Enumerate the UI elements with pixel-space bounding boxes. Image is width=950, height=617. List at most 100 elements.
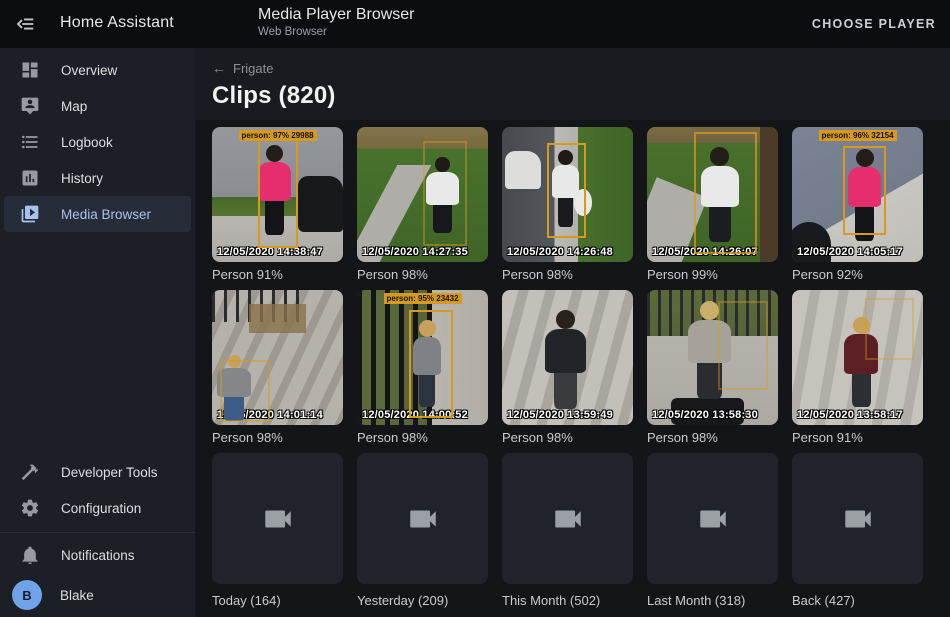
clip-photo-prop: [760, 127, 778, 262]
clip-photo-prop: [505, 151, 542, 189]
user-avatar: B: [12, 580, 42, 610]
clip-thumbnail[interactable]: 12/05/2020 14:26:48: [502, 127, 633, 262]
clip-thumbnail[interactable]: 12/05/2020 14:01:14: [212, 290, 343, 425]
chart-box-icon: [19, 168, 40, 189]
folder-label: Yesterday (209): [357, 593, 488, 608]
clip-card: person: 97% 29988 12/05/2020 14:38:47 Pe…: [212, 127, 343, 282]
clip-label: Person 98%: [502, 430, 633, 445]
sidebar-divider: [0, 532, 195, 533]
breadcrumb-label: Frigate: [233, 61, 273, 76]
sidebar-spacer: [0, 232, 195, 454]
page-header: Media Player Browser Web Browser: [258, 6, 415, 38]
page-header-title: Media Player Browser: [258, 6, 415, 24]
detection-bounding-box: [694, 132, 757, 254]
user-name: Blake: [60, 588, 94, 603]
sidebar-item-label: Developer Tools: [61, 465, 158, 480]
app-title: Home Assistant: [60, 14, 174, 32]
clip-timestamp: 12/05/2020 13:58:30: [652, 409, 758, 421]
folder-label: Today (164): [212, 593, 343, 608]
clip-card: 12/05/2020 13:58:17 Person 91%: [792, 290, 923, 445]
detection-label: person: 96% 32154: [818, 130, 896, 141]
clip-thumbnail[interactable]: person: 97% 29988 12/05/2020 14:38:47: [212, 127, 343, 262]
clip-label: Person 92%: [792, 267, 923, 282]
detection-bounding-box: [865, 298, 913, 360]
sidebar-item-configuration[interactable]: Configuration: [0, 490, 195, 526]
sidebar-item-media-browser[interactable]: Media Browser: [4, 196, 191, 232]
detection-bounding-box: [423, 141, 468, 246]
sidebar-item-overview[interactable]: Overview: [0, 52, 195, 88]
detection-bounding-box: [843, 146, 886, 235]
video-camera-icon: [696, 502, 730, 536]
folder-label: Last Month (318): [647, 593, 778, 608]
hammer-icon: [19, 462, 40, 483]
clip-photo-prop: [249, 304, 307, 334]
sidebar-item-label: Configuration: [61, 501, 141, 516]
home-assistant-app: Home Assistant Media Player Browser Web …: [0, 0, 950, 617]
folder-thumbnail[interactable]: [792, 453, 923, 584]
top-app-bar: Home Assistant Media Player Browser Web …: [0, 0, 950, 48]
clip-thumbnail[interactable]: 12/05/2020 14:27:35: [357, 127, 488, 262]
sidebar-item-label: History: [61, 171, 103, 186]
clip-thumbnail[interactable]: person: 96% 32154 12/05/2020 14:05:17: [792, 127, 923, 262]
sidebar: Overview Map Logbook History Media Brows…: [0, 48, 195, 617]
detection-bounding-box: [258, 138, 299, 249]
video-camera-icon: [841, 502, 875, 536]
clip-card: 12/05/2020 13:59:49 Person 98%: [502, 290, 633, 445]
clips-grid: person: 97% 29988 12/05/2020 14:38:47 Pe…: [195, 120, 950, 616]
clip-label: Person 99%: [647, 267, 778, 282]
back-arrow-icon: ←: [212, 60, 226, 76]
sidebar-toggle-button[interactable]: [14, 13, 38, 37]
breadcrumb-back-frigate[interactable]: ← Frigate: [212, 60, 273, 76]
clip-label: Person 91%: [212, 267, 343, 282]
clip-card: 12/05/2020 14:27:35 Person 98%: [357, 127, 488, 282]
clip-thumbnail[interactable]: 12/05/2020 14:26:07: [647, 127, 778, 262]
sidebar-item-map[interactable]: Map: [0, 88, 195, 124]
detection-bounding-box: [409, 310, 452, 418]
content-header: ← Frigate Clips (820): [195, 48, 950, 120]
folder-thumbnail[interactable]: [647, 453, 778, 584]
folder-label: Back (427): [792, 593, 923, 608]
sidebar-item-notifications[interactable]: Notifications: [0, 537, 195, 573]
folder-thumbnail[interactable]: [212, 453, 343, 584]
folder-card-yesterday: Yesterday (209): [357, 453, 488, 608]
clip-card: 12/05/2020 14:01:14 Person 98%: [212, 290, 343, 445]
clip-label: Person 98%: [502, 267, 633, 282]
sidebar-item-label: Notifications: [61, 548, 135, 563]
clip-thumbnail[interactable]: 12/05/2020 13:58:17: [792, 290, 923, 425]
clip-timestamp: 12/05/2020 14:26:48: [507, 246, 613, 258]
choose-player-button[interactable]: CHOOSE PLAYER: [812, 0, 936, 48]
page-title: Clips (820): [212, 82, 950, 110]
video-camera-icon: [261, 502, 295, 536]
play-box-multiple-icon: [19, 204, 40, 225]
sidebar-item-label: Map: [61, 99, 87, 114]
sidebar-item-label: Overview: [61, 63, 117, 78]
folder-thumbnail[interactable]: [357, 453, 488, 584]
detection-label: person: 95% 23432: [383, 293, 461, 304]
video-camera-icon: [406, 502, 440, 536]
detection-bounding-box: [547, 143, 586, 238]
clip-label: Person 98%: [357, 267, 488, 282]
clip-label: Person 98%: [357, 430, 488, 445]
clip-thumbnail[interactable]: person: 95% 23432 12/05/2020 14:00:52: [357, 290, 488, 425]
sidebar-item-history[interactable]: History: [0, 160, 195, 196]
video-camera-icon: [551, 502, 585, 536]
clip-photo-person: [545, 310, 586, 411]
sidebar-item-logbook[interactable]: Logbook: [0, 124, 195, 160]
sidebar-item-label: Media Browser: [61, 207, 151, 222]
gear-icon: [19, 498, 40, 519]
clip-timestamp: 12/05/2020 14:27:35: [362, 246, 468, 258]
sidebar-user-profile[interactable]: B Blake: [0, 573, 195, 617]
clip-label: Person 98%: [212, 430, 343, 445]
clip-card: person: 95% 23432 12/05/2020 14:00:52 Pe…: [357, 290, 488, 445]
sidebar-item-developer-tools[interactable]: Developer Tools: [0, 454, 195, 490]
bell-icon: [19, 545, 40, 566]
sidebar-item-label: Logbook: [61, 135, 113, 150]
media-browser-content: ← Frigate Clips (820) person: 97% 29988 …: [195, 48, 950, 617]
page-header-subtitle: Web Browser: [258, 26, 415, 38]
clip-thumbnail[interactable]: 12/05/2020 13:59:49: [502, 290, 633, 425]
view-dashboard-icon: [19, 60, 40, 81]
detection-bounding-box: [718, 301, 768, 390]
clip-thumbnail[interactable]: 12/05/2020 13:58:30: [647, 290, 778, 425]
folder-thumbnail[interactable]: [502, 453, 633, 584]
clip-card: 12/05/2020 14:26:07 Person 99%: [647, 127, 778, 282]
